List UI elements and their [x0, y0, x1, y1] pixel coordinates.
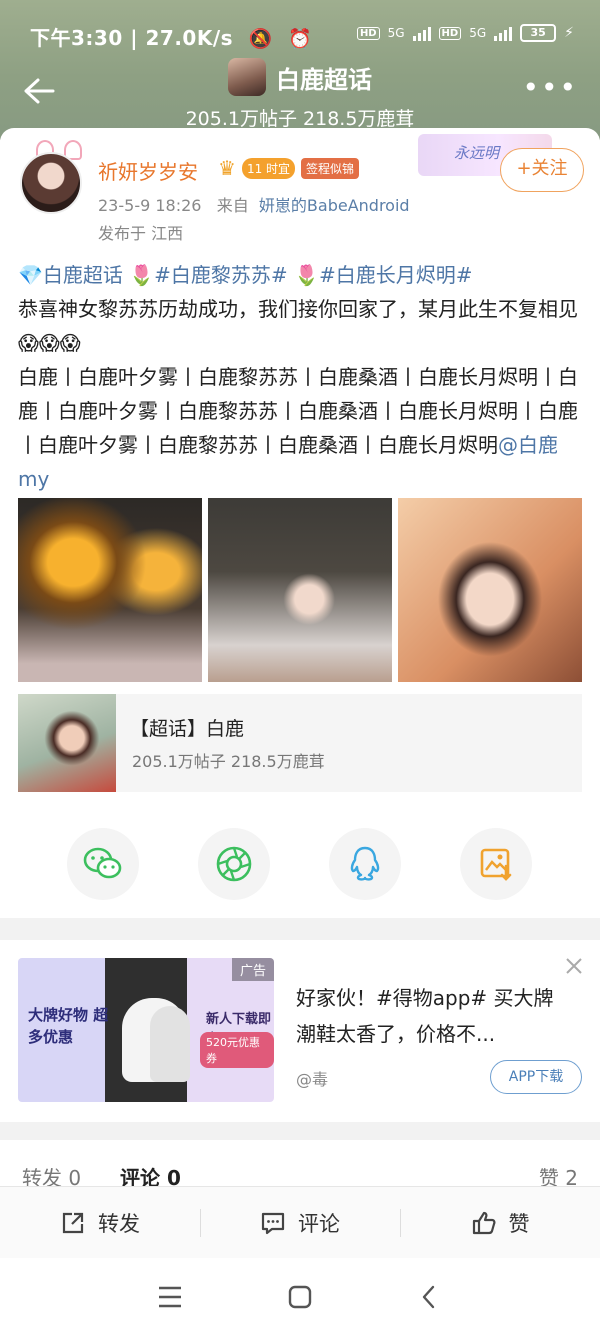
post-meta: 23-5-9 18:26 来自 妍崽的BabeAndroid [98, 192, 410, 216]
hd-icon: HD [438, 26, 462, 40]
comment-button[interactable]: 评论 [200, 1187, 400, 1259]
ad-source: @毒 [296, 1070, 329, 1089]
from-label: 来自 [216, 196, 249, 215]
ad-label: 广告 [231, 958, 274, 981]
ad-card[interactable]: 大牌好物 超多优惠 新人下载即享 520元优惠券 广告 好家伙！#得物app# … [0, 940, 600, 1122]
diamond-icon: 💎 [18, 263, 43, 287]
save-image-icon [480, 848, 512, 881]
share-qq-button[interactable] [329, 828, 401, 900]
back-icon[interactable] [420, 1285, 436, 1309]
post-photo[interactable] [208, 498, 392, 682]
network-speed: 27.0K/s [145, 26, 234, 50]
shoe-image [150, 1006, 190, 1082]
topic-card-stats: 205.1万帖子 218.5万鹿茸 [132, 752, 325, 771]
follow-button[interactable]: +关注 [500, 148, 584, 192]
photo-grid [18, 498, 582, 682]
close-icon[interactable] [564, 956, 584, 976]
topic-thumbnail [18, 694, 116, 792]
repost-button[interactable]: 转发 [0, 1187, 200, 1259]
author-name[interactable]: 祈妍岁岁安 [98, 156, 198, 185]
level-badge[interactable]: 11 时宜 [241, 157, 296, 179]
battery-icon: 35 [520, 24, 557, 42]
system-navigation-bar [0, 1258, 600, 1333]
post-body-names: 白鹿丨白鹿叶夕雾丨白鹿黎苏苏丨白鹿桑酒丨白鹿长月烬明丨白鹿丨白鹿叶夕雾丨白鹿黎苏… [18, 365, 578, 457]
signal-icon [412, 25, 431, 41]
wechat-icon [83, 847, 122, 879]
hashtag-link[interactable]: #白鹿长月烬明# [319, 263, 473, 287]
network-5g-label: 5G [469, 26, 487, 40]
topic-card[interactable]: 【超话】白鹿 205.1万帖子 218.5万鹿茸 [18, 694, 582, 792]
action-bar: 转发 评论 赞 [0, 1186, 600, 1259]
menu-icon[interactable] [158, 1286, 182, 1308]
post-content: 💎白鹿超话 🌷#白鹿黎苏苏# 🌷#白鹿长月烬明# 恭喜神女黎苏苏历劫成功，我们接… [18, 258, 583, 496]
signal-icon [494, 25, 513, 41]
thumbs-up-icon [472, 1211, 495, 1235]
page-title: 白鹿超话 [276, 65, 372, 94]
tulip-icon: 🌷 [122, 263, 155, 287]
moments-icon [216, 846, 252, 882]
topic-card-name: 【超话】白鹿 [130, 718, 245, 740]
hd-icon: HD [356, 26, 380, 40]
home-icon[interactable] [288, 1285, 312, 1309]
ad-coupon: 520元优惠券 [200, 1032, 274, 1068]
save-image-button[interactable] [460, 828, 532, 900]
like-button[interactable]: 赞 [400, 1187, 600, 1259]
ad-title[interactable]: 好家伙！#得物app# 买大牌潮鞋太香了，价格不... [296, 980, 566, 1052]
post-time: 23-5-9 18:26 [98, 196, 202, 215]
author-avatar[interactable] [20, 152, 82, 214]
ad-image-left-text: 大牌好物 超多优惠 [28, 1006, 109, 1046]
more-options-icon[interactable]: ••• [522, 74, 578, 102]
charging-icon: ⚡ [564, 25, 574, 41]
topic-avatar[interactable] [228, 58, 266, 96]
post-body: 恭喜神女黎苏苏历劫成功，我们接你回家了，某月此生不复相见😱😱😱 [18, 297, 578, 355]
title-badge[interactable]: 签程似锦 [301, 157, 360, 179]
crown-icon: ♛ [218, 156, 236, 180]
interaction-tabs: 转发 0 评论 0 赞 2 [0, 1140, 600, 1190]
mute-icon: 🔕 [248, 28, 273, 50]
network-5g-label: 5G [387, 26, 405, 40]
repost-icon [62, 1212, 84, 1234]
status-time: 下午3:30 [30, 26, 123, 50]
top-nav: 白鹿超话 205.1万帖子 218.5万鹿茸 ••• [0, 58, 600, 130]
qq-icon [350, 846, 380, 881]
tulip-icon: 🌷 [287, 263, 319, 287]
share-wechat-button[interactable] [67, 828, 139, 900]
ad-download-button[interactable]: APP下载 [490, 1060, 582, 1094]
repost-label: 转发 [98, 1212, 140, 1236]
post-photo[interactable] [18, 498, 202, 682]
alarm-icon: ⏰ [288, 28, 313, 50]
post-photo[interactable] [398, 498, 582, 682]
comment-icon [261, 1212, 285, 1235]
hashtag-link[interactable]: #白鹿黎苏苏# [154, 263, 288, 287]
tag-line: 💎白鹿超话 🌷#白鹿黎苏苏# 🌷#白鹿长月烬明# [18, 258, 583, 292]
ad-image[interactable]: 大牌好物 超多优惠 新人下载即享 520元优惠券 广告 [18, 958, 274, 1102]
post-card: 祈妍岁岁安 ♛ 11 时宜 签程似锦 永远明 +关注 23-5-9 18:26 … [0, 128, 600, 918]
like-label: 赞 [508, 1212, 530, 1236]
share-moments-button[interactable] [198, 828, 270, 900]
post-location: 发布于 江西 [98, 224, 184, 243]
post-source[interactable]: 妍崽的BabeAndroid [259, 196, 410, 215]
comment-label: 评论 [298, 1212, 340, 1236]
topic-link[interactable]: 白鹿超话 [43, 263, 123, 287]
page-subtitle: 205.1万帖子 218.5万鹿茸 [185, 108, 415, 130]
